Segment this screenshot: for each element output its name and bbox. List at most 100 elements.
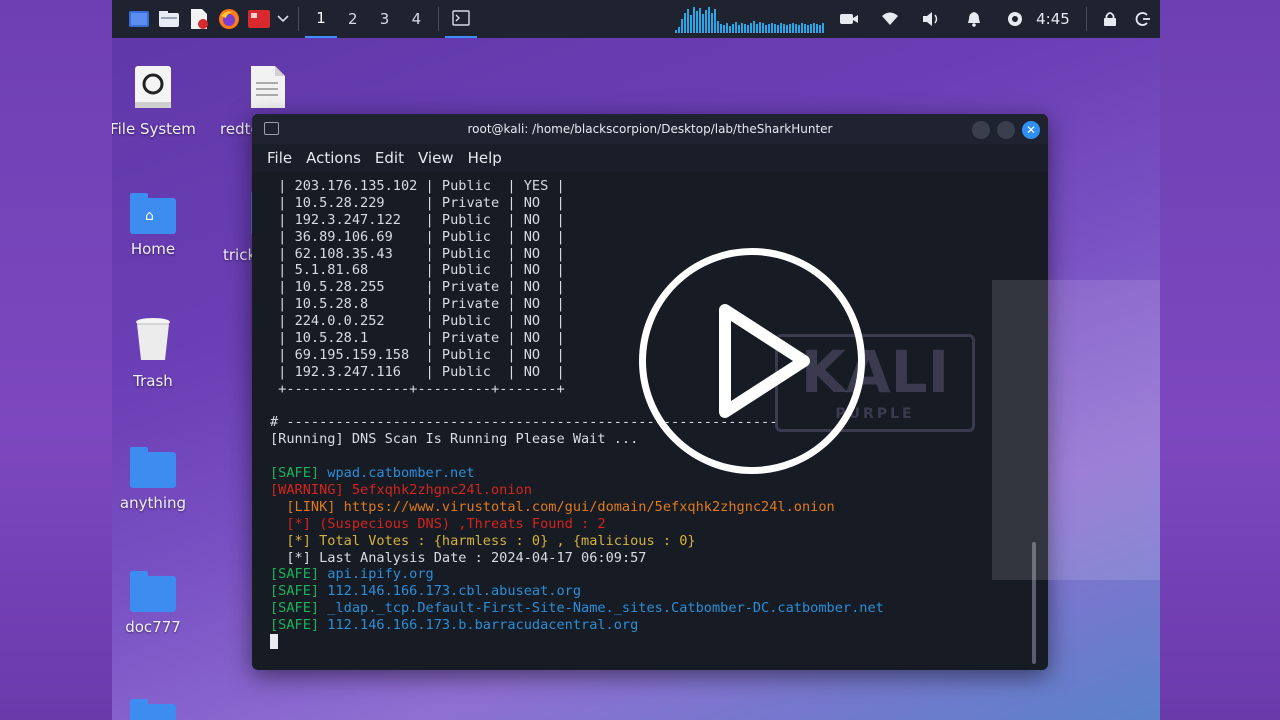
logout-icon[interactable]	[1126, 0, 1160, 38]
date-tag: [*]	[286, 549, 311, 566]
type-cell: Private	[441, 330, 500, 347]
dns-result: [SAFE] wpad.catbomber.net	[270, 465, 1048, 482]
text-editor-icon[interactable]	[184, 0, 214, 38]
table-border: |	[417, 330, 442, 347]
close-button[interactable]: ✕	[1022, 121, 1040, 139]
domain-text: 5efxqhk2zhgnc24l.onion	[351, 482, 532, 499]
power-manager-icon[interactable]	[998, 0, 1032, 38]
menu-file[interactable]: File	[267, 149, 292, 167]
table-border: |	[499, 363, 524, 380]
wifi-icon[interactable]	[874, 0, 908, 38]
chevron-down-icon[interactable]	[274, 0, 293, 38]
bell-icon[interactable]	[957, 0, 991, 38]
desktop-icon-folder[interactable]	[112, 699, 198, 720]
dns-result: [SAFE] 112.146.166.173.cbl.abuseat.org	[270, 583, 1048, 600]
table-border: |	[417, 245, 442, 262]
type-cell: Public	[441, 228, 500, 245]
ip-cell: 62.108.35.43	[294, 245, 418, 262]
camera-icon[interactable]	[832, 0, 866, 38]
maximize-button[interactable]	[997, 121, 1015, 139]
table-border: |	[548, 228, 565, 245]
scrollbar[interactable]	[1032, 542, 1036, 664]
table-border: |	[499, 346, 524, 363]
menu-actions[interactable]: Actions	[306, 149, 361, 167]
clock[interactable]: 4:45	[1036, 10, 1070, 28]
votes-tag: [*]	[286, 532, 311, 549]
workspace-3[interactable]: 3	[369, 0, 401, 38]
flag-cell: NO	[523, 228, 549, 245]
desktop-icon-doc777[interactable]: doc777	[112, 571, 198, 636]
play-button[interactable]	[639, 248, 865, 474]
panel-separator	[298, 7, 300, 31]
table-border: |	[270, 330, 295, 347]
type-cell: Private	[441, 194, 500, 211]
workspace-4[interactable]: 4	[400, 0, 432, 38]
table-border: |	[270, 178, 295, 194]
desktop-icon-file-system[interactable]: File System	[112, 64, 198, 138]
prompt-line	[270, 634, 1048, 651]
workspace-1[interactable]: 1	[305, 0, 337, 38]
workspace-2[interactable]: 2	[337, 0, 369, 38]
file-manager-icon[interactable]	[154, 0, 184, 38]
flag-cell: YES	[523, 178, 549, 194]
table-border: |	[548, 279, 565, 296]
table-border: |	[499, 178, 524, 194]
dns-result: [SAFE] 112.146.166.173.b.barracudacentra…	[270, 617, 1048, 634]
desktop-icon-label: Trash	[133, 372, 173, 390]
threat-tag: [*]	[286, 515, 311, 532]
table-border: |	[548, 211, 565, 228]
ip-cell: 10.5.28.8	[294, 296, 418, 313]
desktop-icon-label: File System	[112, 120, 196, 138]
menu-view[interactable]: View	[418, 149, 454, 167]
date-text: Last Analysis Date : 2024-04-17 06:09:57	[319, 549, 647, 566]
flag-cell: NO	[523, 313, 549, 330]
kali-menu-icon[interactable]	[124, 0, 154, 38]
type-cell: Private	[441, 279, 500, 296]
table-border: |	[417, 228, 442, 245]
safe-tag: [SAFE]	[270, 465, 320, 482]
table-border: |	[499, 330, 524, 347]
window-title: root@kali: /home/blackscorpion/Desktop/l…	[467, 122, 833, 136]
table-border: |	[417, 296, 442, 313]
home-folder-icon: ⌂	[130, 193, 176, 234]
table-row: | 10.5.28.229 | Private | NO |	[270, 195, 1048, 212]
terminal-red-icon[interactable]	[244, 0, 274, 38]
table-border: |	[417, 346, 442, 363]
ip-cell: 36.89.106.69	[294, 228, 418, 245]
top-panel: 1 2 3 4 4:45	[112, 0, 1160, 38]
type-cell: Public	[441, 313, 500, 330]
menu-edit[interactable]: Edit	[375, 149, 404, 167]
dns-result: [SAFE] _ldap._tcp.Default-First-Site-Nam…	[270, 600, 1048, 617]
desktop-icon-label: doc777	[125, 618, 181, 636]
table-border: |	[270, 194, 295, 211]
flag-cell: NO	[523, 262, 549, 279]
folder-icon	[130, 447, 176, 488]
table-border: |	[270, 262, 295, 279]
menu-help[interactable]: Help	[468, 149, 502, 167]
table-border: |	[548, 178, 565, 194]
domain-text: 112.146.166.173.cbl.abuseat.org	[327, 583, 582, 600]
table-border: |	[499, 245, 524, 262]
desktop-icon-home[interactable]: ⌂ Home	[112, 193, 198, 258]
volume-icon[interactable]	[915, 0, 949, 38]
lock-icon[interactable]	[1093, 0, 1127, 38]
minimize-button[interactable]	[972, 121, 990, 139]
ip-cell: 5.1.81.68	[294, 262, 418, 279]
window-titlebar[interactable]: root@kali: /home/blackscorpion/Desktop/l…	[252, 114, 1048, 144]
folder-icon	[130, 571, 176, 612]
table-border: |	[270, 363, 295, 380]
terminal-task-icon[interactable]	[445, 0, 477, 38]
table-border: |	[499, 313, 524, 330]
type-cell: Public	[441, 245, 500, 262]
firefox-icon[interactable]	[214, 0, 244, 38]
table-border: |	[548, 330, 565, 347]
table-border: |	[417, 194, 442, 211]
desktop-icon-anything[interactable]: anything	[112, 447, 198, 512]
desktop-icon-trash[interactable]: Trash	[112, 316, 198, 390]
